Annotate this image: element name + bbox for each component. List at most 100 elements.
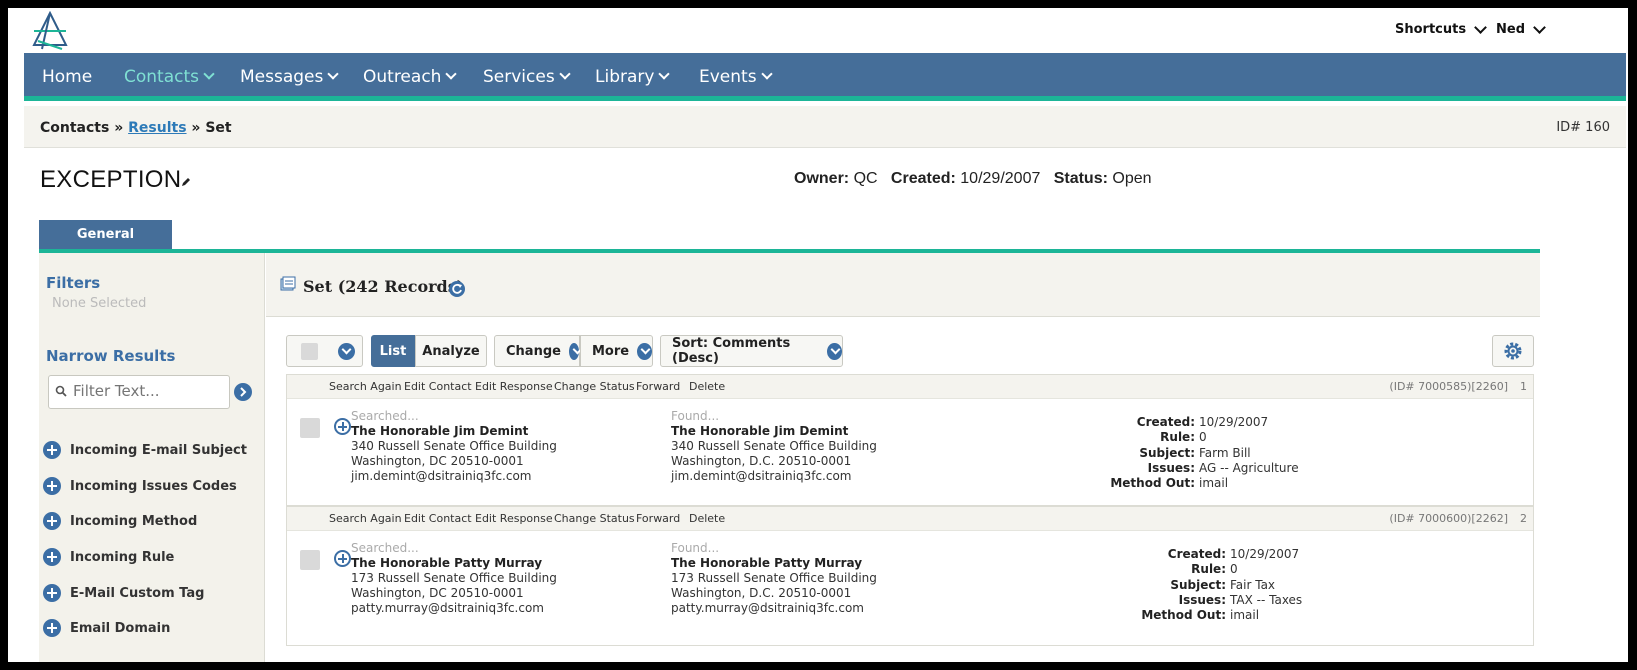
set-icon (280, 276, 296, 291)
delete-link[interactable]: Delete (689, 380, 725, 393)
set-title: Set (242 Records) (303, 277, 465, 296)
delete-link[interactable]: Delete (689, 512, 725, 525)
user-menu[interactable]: Ned (1496, 20, 1546, 37)
nav-contacts[interactable]: Contacts (124, 53, 215, 101)
change-dropdown[interactable]: Change (494, 335, 580, 367)
record-number: 2 (1520, 512, 1527, 525)
nav-messages[interactable]: Messages (240, 53, 340, 101)
chevron-down-icon (760, 68, 773, 80)
facet-label: E-Mail Custom Tag (70, 585, 205, 601)
found-contact: Found... The Honorable Patty Murray 173 … (671, 541, 877, 616)
facet-incoming-email-subject[interactable]: Incoming E-mail Subject (43, 441, 247, 459)
app-logo-icon[interactable] (30, 11, 70, 51)
nav-home[interactable]: Home (42, 53, 92, 101)
facet-incoming-issues-codes[interactable]: Incoming Issues Codes (43, 477, 237, 495)
main-content: Set (242 Records) List Analyze Change Mo… (266, 253, 1540, 662)
facet-label: Email Domain (70, 620, 171, 636)
filter-go-button[interactable] (234, 383, 252, 401)
chevron-down-icon (559, 68, 571, 80)
searched-label: Searched... (351, 409, 419, 423)
search-icon (55, 385, 67, 397)
facet-email-custom-tag[interactable]: E-Mail Custom Tag (43, 584, 204, 602)
record-actions: Search Again Edit Contact Edit Response … (287, 375, 1533, 399)
sort-label: Sort: Comments (Desc) (672, 336, 791, 366)
edit-contact-link[interactable]: Edit Contact (404, 380, 472, 393)
contact-email: patty.murray@dsitrainiq3fc.com (671, 601, 864, 615)
chevron-down-icon (827, 342, 842, 360)
change-status-link[interactable]: Change Status (554, 380, 635, 393)
facet-incoming-method[interactable]: Incoming Method (43, 512, 197, 530)
detail-label: Method Out: (1141, 608, 1226, 623)
forward-link[interactable]: Forward (636, 380, 680, 393)
edit-response-link[interactable]: Edit Response (475, 512, 553, 525)
found-contact: Found... The Honorable Jim Demint 340 Ru… (671, 409, 877, 484)
sort-dropdown[interactable]: Sort: Comments (Desc) (660, 335, 843, 367)
pencil-icon[interactable] (180, 176, 192, 188)
facet-email-domain[interactable]: Email Domain (43, 619, 170, 637)
detail-label: Method Out: (1110, 476, 1195, 491)
search-again-link[interactable]: Search Again (329, 512, 402, 525)
address-city: Washington, DC 20510-0001 (351, 454, 524, 468)
facet-label: Incoming Rule (70, 549, 175, 565)
plus-circle-icon (43, 477, 61, 495)
filters-heading: Filters (46, 274, 101, 292)
settings-button[interactable] (1492, 335, 1534, 367)
filter-text-field[interactable] (48, 375, 230, 409)
contact-email: jim.demint@dsitrainiq3fc.com (351, 469, 532, 483)
facet-incoming-rule[interactable]: Incoming Rule (43, 548, 174, 566)
nav-library[interactable]: Library (595, 53, 671, 101)
breadcrumb-results-link[interactable]: Results (128, 120, 186, 136)
record-row: Search Again Edit Contact Edit Response … (286, 374, 1534, 506)
chevron-right-icon (240, 387, 247, 397)
detail-label: Subject: (1170, 577, 1226, 592)
searched-contact: Searched... The Honorable Patty Murray 1… (351, 541, 557, 616)
detail-label: Issues: (1147, 460, 1195, 475)
owner-label: Owner: (794, 170, 850, 187)
contact-name: The Honorable Jim Demint (351, 424, 529, 438)
facet-label: Incoming E-mail Subject (70, 442, 247, 458)
top-bar: Shortcuts Ned (24, 8, 1626, 53)
nav-label: Events (699, 67, 757, 87)
searched-contact: Searched... The Honorable Jim Demint 340… (351, 409, 557, 484)
nav-label: Messages (240, 67, 324, 87)
tab-general[interactable]: General (39, 220, 172, 249)
set-meta: Owner: QC Created: 10/29/2007 Status: Op… (794, 170, 1152, 188)
facet-label: Incoming Issues Codes (70, 478, 237, 494)
expand-plus-icon[interactable] (334, 550, 351, 567)
record-checkbox[interactable] (300, 550, 320, 570)
edit-response-link[interactable]: Edit Response (475, 380, 553, 393)
refresh-icon[interactable] (449, 281, 465, 297)
status-value: Open (1112, 170, 1152, 187)
nav-label: Services (483, 67, 555, 87)
nav-label: Contacts (124, 67, 199, 87)
plus-circle-icon (43, 441, 61, 459)
nav-services[interactable]: Services (483, 53, 571, 101)
more-dropdown[interactable]: More (580, 335, 653, 367)
record-details: Created: 10/29/2007 Rule: 0 Subject: Farm B… (1087, 415, 1298, 491)
record-details: Created: 10/29/2007 Rule: 0 Subject: Fair T… (1118, 547, 1302, 623)
record-row: Search Again Edit Contact Edit Response … (286, 506, 1534, 646)
list-view-button[interactable]: List (371, 335, 415, 367)
filter-text-input[interactable] (73, 382, 223, 400)
select-all-checkbox[interactable] (301, 343, 318, 360)
edit-contact-link[interactable]: Edit Contact (404, 512, 472, 525)
expand-plus-icon[interactable] (334, 418, 351, 435)
search-again-link[interactable]: Search Again (329, 380, 402, 393)
detail-label: Rule: (1160, 430, 1195, 445)
shortcuts-menu[interactable]: Shortcuts (1395, 20, 1487, 37)
forward-link[interactable]: Forward (636, 512, 680, 525)
narrow-results-heading: Narrow Results (46, 347, 176, 365)
record-checkbox[interactable] (300, 418, 320, 438)
detail-value: 10/29/2007 (1230, 547, 1300, 561)
record-id: (ID# 7000600)[2262] (1389, 512, 1508, 525)
chevron-down-icon[interactable] (338, 343, 355, 360)
list-label: List (379, 343, 407, 359)
refresh-arrow-icon (452, 283, 462, 294)
nav-outreach[interactable]: Outreach (363, 53, 458, 101)
analyze-view-button[interactable]: Analyze (415, 335, 487, 367)
change-status-link[interactable]: Change Status (554, 512, 635, 525)
detail-value: Fair Tax (1230, 577, 1276, 592)
detail-value: TAX -- Taxes (1230, 592, 1303, 607)
nav-events[interactable]: Events (699, 53, 773, 101)
select-all-dropdown[interactable] (286, 335, 363, 367)
